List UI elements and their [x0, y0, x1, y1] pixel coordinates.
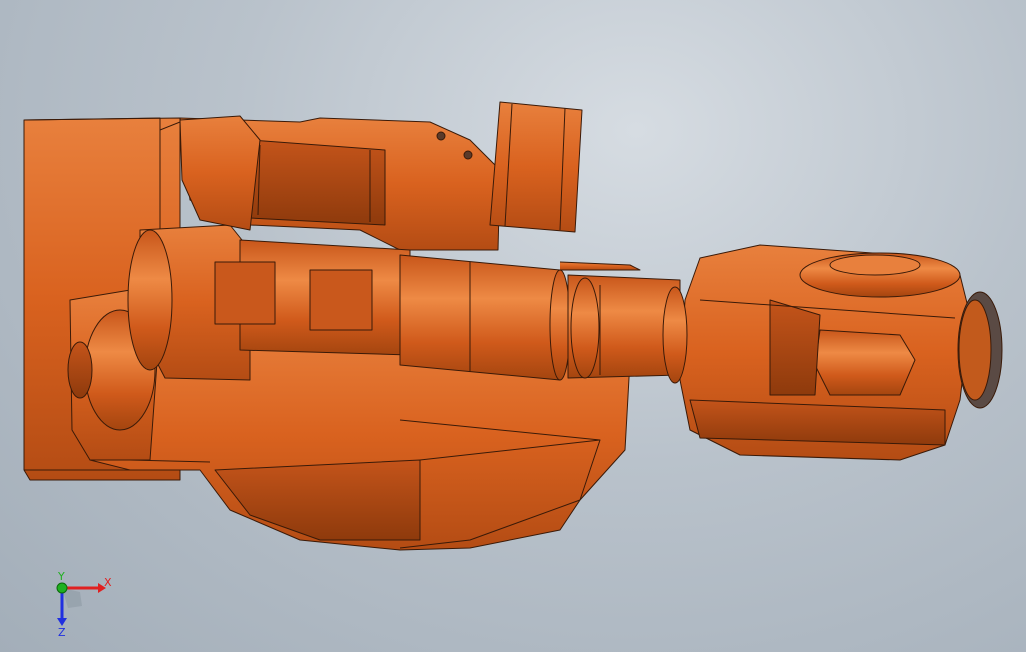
y-axis-label: Y	[57, 570, 65, 583]
forearm	[399, 254, 561, 381]
robot-arm-3d-model[interactable]	[0, 0, 1026, 652]
y-axis-dot	[56, 582, 68, 594]
z-axis-label: Z	[58, 626, 66, 639]
x-axis-label: X	[104, 576, 112, 589]
graphics-viewport[interactable]: X Y Z	[0, 0, 1026, 652]
vertical-motor	[489, 101, 583, 233]
orientation-triad: X Y Z	[56, 570, 112, 639]
